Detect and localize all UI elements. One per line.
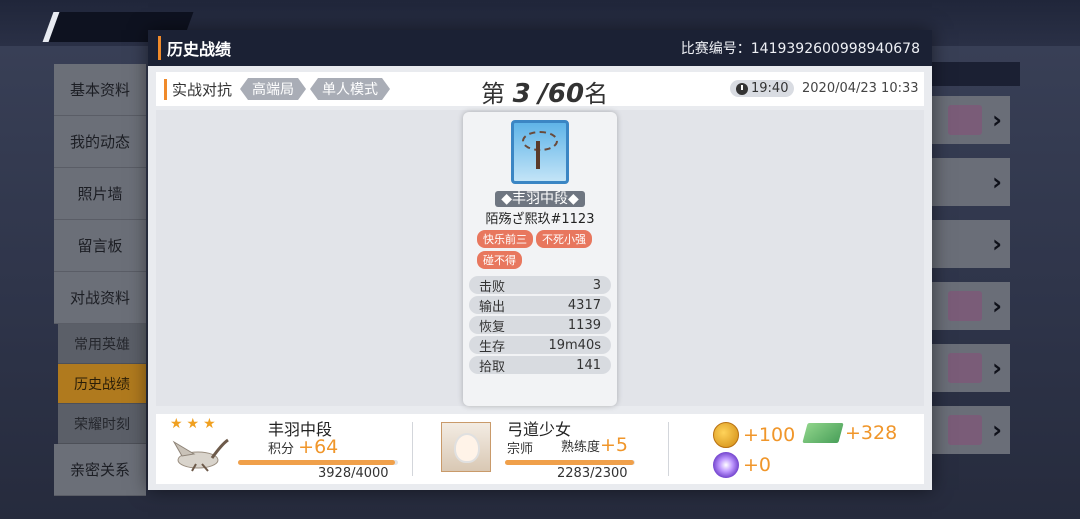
orb-icon <box>713 452 739 478</box>
history-row[interactable]: › <box>930 406 1010 454</box>
rank-total: /60 <box>538 79 585 109</box>
clock-icon <box>736 82 748 95</box>
rewards-section: +100 +328 +0 <box>669 414 924 484</box>
player-name: 陌殇ざ熙玖#1123 <box>485 212 595 227</box>
match-history-modal: 历史战绩 比赛编号：1419392600998940678 实战对抗 高端局 单… <box>148 30 932 490</box>
modal-title: 历史战绩 <box>158 36 231 60</box>
proficiency-line: 熟练度+5 <box>561 434 629 456</box>
chevron-right-icon: › <box>992 230 1002 258</box>
match-id: 比赛编号：1419392600998940678 <box>680 41 920 57</box>
coin-icon <box>713 422 739 448</box>
rank-number: 3 <box>512 79 531 109</box>
history-row[interactable]: › <box>930 282 1010 330</box>
stat-row: 击败 3 <box>469 276 611 295</box>
stat-row: 输出 4317 <box>469 296 611 315</box>
history-row[interactable]: › <box>930 220 1010 268</box>
history-row[interactable]: › <box>930 96 1010 144</box>
title-badge: 碰不得 <box>477 251 522 269</box>
orb-reward: +0 <box>713 452 771 478</box>
nav-sub-match-history[interactable]: 历史战绩 <box>58 364 146 404</box>
nav-item-battle-data[interactable]: 对战资料 <box>54 272 146 324</box>
hero-avatar <box>441 422 491 472</box>
chevron-right-icon: › <box>992 106 1002 134</box>
card-icon <box>948 291 983 321</box>
card-icon <box>948 105 983 135</box>
star-icon: ★★★ <box>170 416 220 432</box>
card-icon <box>948 353 983 383</box>
chevron-right-icon: › <box>992 168 1002 196</box>
nav-item-relationships[interactable]: 亲密关系 <box>54 444 146 496</box>
nav-sub-common-heroes[interactable]: 常用英雄 <box>58 324 146 364</box>
chevron-right-icon: › <box>992 292 1002 320</box>
nav-sub-glory-moments[interactable]: 荣耀时刻 <box>58 404 146 444</box>
rank-suffix: 名 <box>584 80 609 108</box>
tier-name: ◆丰羽中段◆ <box>463 188 617 208</box>
goose-icon <box>172 438 229 472</box>
card-icon <box>948 415 983 445</box>
title-badge: 不死小强 <box>536 230 592 248</box>
mode-label: 实战对抗 <box>164 78 232 100</box>
coin-reward: +100 <box>713 422 795 448</box>
title-badge: 快乐前三 <box>477 230 533 248</box>
tag-solo-mode: 单人模式 <box>310 78 390 100</box>
score-progress-bar <box>238 460 398 465</box>
result-footer: ★★★ 丰羽中段 积分 +64 3928/4000 弓道少女 宗师 熟练度+5 … <box>156 414 924 484</box>
score-progress-text: 3928/4000 <box>318 466 389 481</box>
rank-section: ★★★ 丰羽中段 积分 +64 3928/4000 <box>156 414 412 484</box>
stats-list: 击败 3 输出 4317 恢复 1139 生存 19m40s 拾取 141 <box>469 276 611 376</box>
history-row[interactable]: › <box>930 158 1010 206</box>
player-card: ◆丰羽中段◆ 陌殇ざ熙玖#1123 快乐前三 不死小强 碰不得 击败 3 输出 43… <box>463 112 617 406</box>
score-line: 积分 +64 <box>268 436 339 458</box>
title-badges: 快乐前三 不死小强 碰不得 <box>477 230 607 269</box>
stat-row: 恢复 1139 <box>469 316 611 335</box>
hero-section: 弓道少女 宗师 熟练度+5 2283/2300 <box>413 414 668 484</box>
match-datetime: 2020/04/23 10:33 <box>802 81 919 96</box>
ticket-reward: +328 <box>802 422 897 444</box>
nav-item-photo-wall[interactable]: 照片墙 <box>54 168 146 220</box>
stat-row: 拾取 141 <box>469 356 611 375</box>
history-row[interactable]: › <box>930 344 1010 392</box>
hero-role: 宗师 <box>507 442 534 457</box>
proficiency-progress-bar <box>505 460 635 465</box>
stat-row: 生存 19m40s <box>469 336 611 355</box>
header-strip <box>930 62 1020 86</box>
rank-display: 第 3 /60名 <box>481 74 608 109</box>
chevron-right-icon: › <box>992 354 1002 382</box>
duration-badge: 19:40 <box>730 80 795 97</box>
ticket-icon <box>802 423 844 443</box>
chevron-right-icon: › <box>992 416 1002 444</box>
modal-header: 历史战绩 比赛编号：1419392600998940678 <box>148 30 932 66</box>
duration: 19:40 <box>751 81 789 96</box>
proficiency-progress-text: 2283/2300 <box>557 466 628 481</box>
nav-item-my-feed[interactable]: 我的动态 <box>54 116 146 168</box>
tier-badge-icon <box>511 120 569 184</box>
side-nav: 基本资料 我的动态 照片墙 留言板 对战资料 常用英雄 历史战绩 荣耀时刻 亲密… <box>54 64 146 496</box>
tag-high-end: 高端局 <box>240 78 306 100</box>
history-list-edge: › › › › › › <box>930 96 1010 468</box>
rank-prefix: 第 <box>481 80 505 108</box>
nav-item-basic-info[interactable]: 基本资料 <box>54 64 146 116</box>
match-info-bar: 实战对抗 高端局 单人模式 第 3 /60名 19:40 2020/04/23 … <box>156 72 924 109</box>
nav-item-message-board[interactable]: 留言板 <box>54 220 146 272</box>
